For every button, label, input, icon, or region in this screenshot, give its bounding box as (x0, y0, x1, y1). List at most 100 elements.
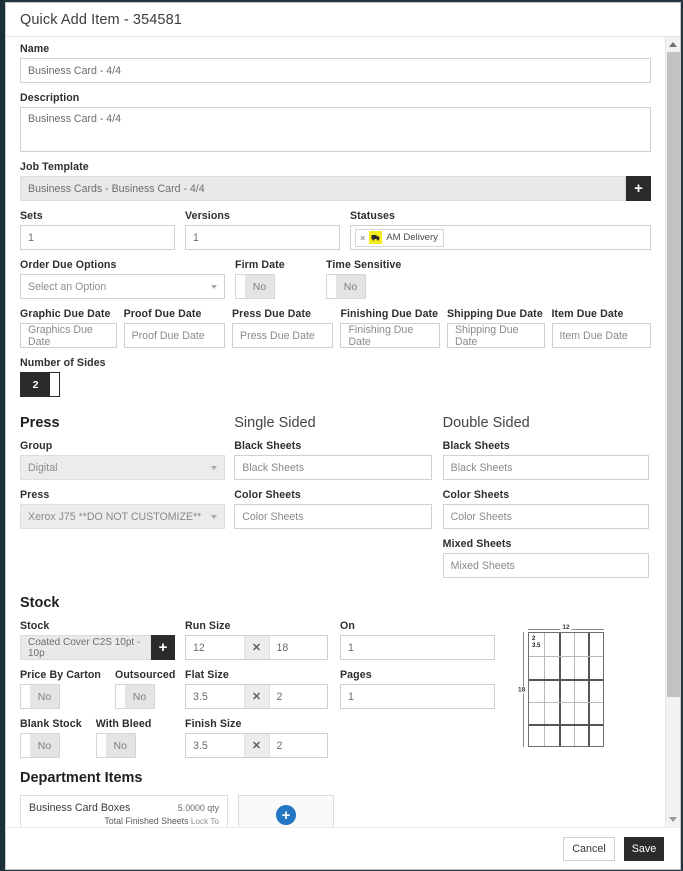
ds-mixed-sheets-input[interactable]: Mixed Sheets (442, 553, 649, 578)
job-template-input[interactable]: Business Cards - Business Card - 4/4 (20, 176, 626, 201)
ds-color-sheets-input[interactable]: Color Sheets (442, 504, 649, 529)
scrollbar-thumb[interactable] (666, 52, 680, 697)
ds-black-sheets-field-group: Black Sheets Black Sheets (442, 440, 649, 480)
price-by-carton-toggle[interactable]: No (20, 684, 60, 709)
ss-black-sheets-input[interactable]: Black Sheets (234, 455, 433, 480)
add-stock-button[interactable]: + (151, 635, 175, 660)
plus-icon: + (634, 180, 643, 197)
ss-black-sheets-field-group: Black Sheets Black Sheets (234, 440, 433, 480)
finishing-due-date-input[interactable]: Finishing Due Date (340, 323, 440, 348)
scrollbar-track[interactable] (665, 52, 680, 812)
sets-field-group: Sets 1 (20, 210, 175, 250)
with-bleed-toggle[interactable]: No (95, 733, 136, 758)
description-textarea[interactable]: Business Card - 4/4 (20, 107, 651, 152)
shipping-due-date-input[interactable]: Shipping Due Date (446, 323, 545, 348)
run-size-inputs[interactable]: 12 ✕ 18 (185, 635, 328, 660)
cancel-button[interactable]: Cancel (563, 836, 615, 861)
modal-body-wrap: Name Business Card - 4/4 Description Bus… (6, 37, 680, 827)
job-template-label: Job Template (20, 161, 89, 173)
plus-icon: + (158, 639, 168, 656)
stock-label: Stock (20, 620, 50, 632)
department-item-sub-line: Total Finished Sheets Lock To (29, 816, 219, 826)
department-item-card[interactable]: Business Card Boxes 5.0000 qty Total Fin… (20, 795, 228, 827)
graphic-due-date-input[interactable]: Graphics Due Date (20, 323, 117, 348)
blank-stock-label: Blank Stock (20, 718, 82, 730)
versions-input[interactable]: 1 (185, 225, 340, 250)
firm-date-toggle[interactable]: No (235, 274, 275, 299)
graphic-due-date-field-group: Graphic Due Date Graphics Due Date (20, 308, 117, 348)
statuses-field-group: Statuses × AM Delivery (350, 210, 651, 250)
stock-column-2: Run Size 12 ✕ 18 Flat Size 3.5 ✕ 2 Finis… (185, 620, 340, 758)
ds-black-sheets-input[interactable]: Black Sheets (442, 455, 649, 480)
imposition-sheet-width: 12 (560, 624, 572, 631)
double-sided-column: Double Sided Black Sheets Black Sheets C… (442, 411, 651, 587)
remove-status-icon[interactable]: × (360, 233, 365, 243)
versions-label: Versions (185, 210, 230, 222)
flat-size-height[interactable]: 2 (270, 685, 328, 708)
flat-size-width[interactable]: 3.5 (186, 685, 244, 708)
stock-row: Coated Cover C2S 10pt - 10p + (20, 635, 185, 660)
ss-color-sheets-input[interactable]: Color Sheets (234, 504, 433, 529)
time-sensitive-toggle[interactable]: No (326, 274, 366, 299)
run-size-width[interactable]: 12 (186, 636, 244, 659)
imposition-grid (529, 633, 603, 746)
press-select[interactable]: Xerox J75 **DO NOT CUSTOMIZE** (20, 504, 225, 529)
order-due-options-select[interactable]: Select an Option (20, 274, 225, 299)
press-heading: Press (20, 415, 60, 431)
firm-date-label: Firm Date (235, 259, 285, 271)
press-field-group: Press Xerox J75 **DO NOT CUSTOMIZE** (20, 489, 225, 529)
shipping-due-date-label: Shipping Due Date (446, 308, 543, 320)
department-items-heading: Department Items (20, 770, 143, 786)
pages-label: Pages (340, 669, 372, 681)
add-department-item-button[interactable]: + (238, 795, 334, 827)
department-item-name: Business Card Boxes (29, 802, 131, 814)
department-item-basis: Total Finished Sheets (104, 816, 189, 826)
finish-size-height[interactable]: 2 (270, 734, 328, 757)
stock-column-1: Stock Coated Cover C2S 10pt - 10p + Pric… (20, 620, 185, 758)
on-label: On (340, 620, 355, 632)
scroll-down-button[interactable] (665, 812, 680, 827)
delivery-truck-icon (369, 231, 383, 244)
on-input[interactable]: 1 (340, 635, 495, 660)
run-size-height[interactable]: 18 (270, 636, 328, 659)
modal-scrollbar[interactable] (665, 37, 680, 827)
finishing-due-date-label: Finishing Due Date (340, 308, 439, 320)
modal-footer: Cancel Save (6, 827, 680, 869)
job-template-field-group: Job Template Business Cards - Business C… (20, 161, 651, 201)
finish-size-width[interactable]: 3.5 (186, 734, 244, 757)
number-of-sides-toggle[interactable]: 2 (20, 372, 60, 397)
outsourced-toggle[interactable]: No (114, 684, 155, 709)
scroll-up-button[interactable] (665, 37, 680, 52)
blank-stock-toggle[interactable]: No (20, 733, 60, 758)
name-input[interactable]: Business Card - 4/4 (20, 58, 651, 83)
finish-size-inputs[interactable]: 3.5 ✕ 2 (185, 733, 328, 758)
group-select[interactable]: Digital (20, 455, 225, 480)
stock-toggles-row-2: Blank Stock No With Bleed No (20, 718, 185, 758)
status-tag[interactable]: × AM Delivery (355, 228, 444, 247)
press-section: Press Group Digital Press Xerox J75 **DO… (20, 411, 651, 587)
item-due-date-input[interactable]: Item Due Date (551, 323, 651, 348)
statuses-input[interactable]: × AM Delivery (350, 225, 651, 250)
chevron-down-icon (211, 284, 217, 289)
stock-input[interactable]: Coated Cover C2S 10pt - 10p (20, 635, 151, 660)
single-sided-heading: Single Sided (234, 415, 316, 431)
pages-input[interactable]: 1 (340, 684, 495, 709)
proof-due-date-input[interactable]: Proof Due Date (123, 323, 226, 348)
double-sided-heading: Double Sided (442, 415, 530, 431)
time-sensitive-toggle-value: No (336, 275, 365, 298)
ds-color-sheets-field-group: Color Sheets Color Sheets (442, 489, 649, 529)
imposition-height-dimension: 18 (518, 632, 528, 747)
sets-input[interactable]: 1 (20, 225, 175, 250)
press-due-date-field-group: Press Due Date Press Due Date (232, 308, 334, 348)
stock-section: Stock Coated Cover C2S 10pt - 10p + Pric… (20, 620, 651, 758)
number-of-sides-field-group: Number of Sides 2 (20, 357, 106, 397)
flat-size-inputs[interactable]: 3.5 ✕ 2 (185, 684, 328, 709)
save-button[interactable]: Save (624, 836, 664, 861)
quick-add-item-modal: Quick Add Item - 354581 Name Business Ca… (5, 2, 681, 870)
press-due-date-input[interactable]: Press Due Date (232, 323, 334, 348)
flat-size-label: Flat Size (185, 669, 229, 681)
statuses-label: Statuses (350, 210, 395, 222)
firm-date-toggle-value: No (245, 275, 274, 298)
add-job-template-button[interactable]: + (626, 176, 651, 201)
triangle-up-icon (669, 42, 677, 47)
